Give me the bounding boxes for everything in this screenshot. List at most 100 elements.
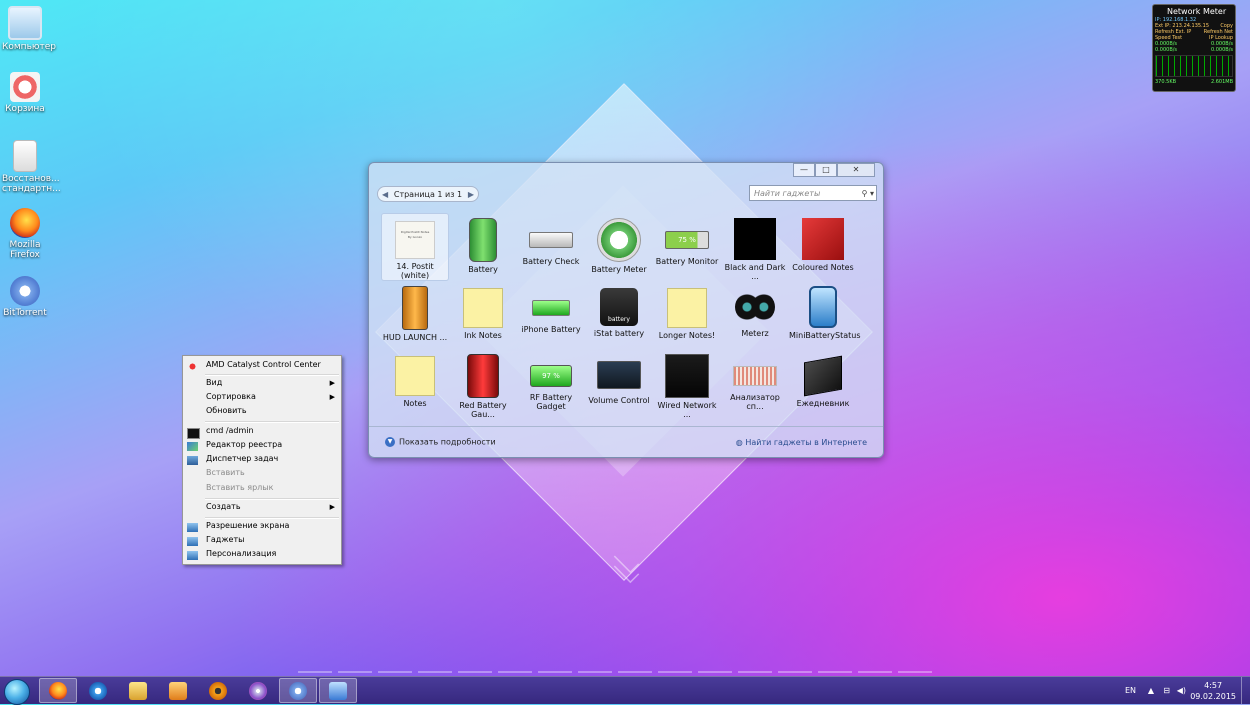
battery-monitor-pct: 75 % [678, 236, 696, 244]
gadget-diary[interactable]: Ежедневник [789, 349, 857, 417]
maximize-button[interactable]: □ [815, 163, 837, 177]
menu-item-registry[interactable]: Редактор реестра [206, 439, 335, 451]
battery-check-icon [529, 232, 573, 248]
gadget-label: 14. Postit (white) [396, 262, 434, 280]
menu-item-view[interactable]: Вид ▶ [206, 377, 335, 389]
gadget-label: Wired Network ... [657, 401, 717, 419]
menu-item-label: Диспетчер задач [206, 454, 279, 463]
taskbar-gadgets[interactable] [319, 678, 357, 703]
gadget-red-battery-gauge[interactable]: Red Battery Gau... [449, 349, 517, 419]
taskbar-media-player[interactable] [159, 678, 197, 703]
menu-item-task-manager[interactable]: Диспетчер задач [206, 453, 335, 465]
desktop-icon-label: Mozilla Firefox [9, 240, 41, 260]
gadget-label: Анализатор сп... [730, 393, 780, 411]
desktop-context-menu: AMD Catalyst Control Center Вид ▶ Сортиро… [182, 355, 342, 565]
gadget-rf-battery[interactable]: 97 % RF Battery Gadget [517, 349, 585, 417]
gadget-grid: Digital Postit Notes By Gonzo 14. Postit… [381, 213, 871, 419]
menu-item-amd[interactable]: AMD Catalyst Control Center [206, 359, 335, 371]
search-icon[interactable]: ⚲ ▾ [862, 189, 876, 198]
gadget-label: Battery Meter [591, 265, 647, 274]
taskbar-firefox[interactable] [39, 678, 77, 703]
red-note-icon [802, 218, 844, 260]
network-meter-down1: 0.000B/s [1155, 47, 1178, 53]
taskbar-disc-app[interactable] [239, 678, 277, 703]
network-icon[interactable]: ⊟ [1163, 686, 1170, 695]
gadget-coloured-notes[interactable]: Coloured Notes [789, 213, 857, 281]
desktop-icon-bittorrent[interactable]: BitTorrent [2, 276, 48, 318]
minimize-button[interactable]: — [793, 163, 815, 177]
network-meter-gadget[interactable]: Network Meter IP: 192.168.1.32 Ext IP: 2… [1152, 4, 1236, 92]
taskbar-explorer[interactable] [119, 678, 157, 703]
desktop-icon-computer[interactable]: Компьютер [2, 6, 56, 52]
gadget-wired-network[interactable]: Wired Network ... [653, 349, 721, 419]
gadget-minibatterystatus[interactable]: MiniBatteryStatus [789, 281, 861, 349]
gadget-iphone-battery[interactable]: iPhone Battery [517, 281, 585, 349]
gadget-label: Ink Notes [464, 331, 502, 340]
language-indicator[interactable]: EN [1125, 686, 1136, 695]
gadget-search-input[interactable]: Найти гаджеты ⚲ ▾ [749, 185, 877, 201]
menu-item-cmd[interactable]: cmd /admin [206, 425, 335, 437]
menu-item-paste-shortcut: Вставить ярлык [206, 482, 335, 494]
menu-item-new[interactable]: Создать ▶ [206, 501, 335, 513]
close-button[interactable]: ✕ [837, 163, 875, 177]
menu-separator [205, 421, 339, 423]
volume-icon[interactable]: ◀) [1177, 686, 1186, 695]
gadget-meterz[interactable]: Meterz [721, 281, 789, 349]
rf-battery-pct: 97 % [542, 372, 560, 380]
menu-item-label: cmd /admin [206, 426, 254, 435]
menu-item-gadgets[interactable]: Гаджеты [206, 534, 335, 546]
taskbar-bittorrent[interactable] [279, 678, 317, 703]
page-navigator: ◀ Страница 1 из 1 ▶ [377, 186, 479, 202]
gadget-hud-launch[interactable]: HUD LAUNCH ... [381, 281, 449, 349]
gadget-spectrum-analyzer[interactable]: Анализатор сп... [721, 349, 789, 417]
show-details-button[interactable]: ▼ Показать подробности [385, 437, 496, 447]
gadget-battery[interactable]: Battery [449, 213, 517, 281]
menu-separator [205, 374, 339, 376]
show-desktop-button[interactable] [1241, 677, 1250, 704]
istat-battery-icon: battery [600, 288, 638, 326]
network-meter-title: Network Meter [1167, 7, 1227, 16]
taskbar: EN ▲ ⊟ ◀) 4:57 09.02.2015 [0, 676, 1250, 705]
disc-icon [249, 681, 267, 700]
hud-battery-icon [402, 286, 428, 330]
find-gadgets-online-link[interactable]: ◍ Найти гаджеты в Интернете [736, 438, 867, 447]
gadget-volume-control[interactable]: Volume Control [585, 349, 653, 417]
menu-item-sort[interactable]: Сортировка ▶ [206, 391, 335, 403]
prev-page-icon[interactable]: ◀ [382, 190, 388, 199]
gadget-istat-battery[interactable]: battery iStat battery [585, 281, 653, 349]
menu-separator [205, 498, 339, 500]
desktop-icon-restore[interactable]: Восстанов... стандартн... [2, 140, 61, 194]
show-hidden-icons-icon[interactable]: ▲ [1148, 686, 1154, 695]
find-online-label: Найти гаджеты в Интернете [745, 437, 867, 447]
desktop-icon-recycle-bin[interactable]: Корзина [2, 72, 48, 114]
iphone-battery-icon [532, 300, 570, 316]
menu-item-label: Вставить [206, 468, 245, 477]
gadget-battery-meter[interactable]: Battery Meter [585, 213, 653, 281]
taskbar-aimp[interactable] [199, 678, 237, 703]
next-page-icon[interactable]: ▶ [468, 190, 474, 199]
clock-date: 09.02.2015 [1190, 692, 1236, 701]
gadget-black-and-dark[interactable]: Black and Dark ... [721, 213, 789, 281]
gadget-postit[interactable]: Digital Postit Notes By Gonzo 14. Postit… [381, 213, 449, 281]
gadget-longer-notes[interactable]: Longer Notes! [653, 281, 721, 349]
note-icon [395, 356, 435, 396]
gadget-notes[interactable]: Notes [381, 349, 449, 417]
meterz-icon [735, 292, 775, 322]
start-button[interactable] [4, 679, 30, 705]
desktop-icon-firefox[interactable]: Mozilla Firefox [2, 208, 48, 260]
gadget-battery-monitor[interactable]: 75 % Battery Monitor [653, 213, 721, 281]
postit-icon-line2: By Gonzo [407, 235, 423, 239]
bittorrent-icon [289, 681, 307, 700]
show-details-label: Показать подробности [399, 437, 496, 447]
menu-item-screen-resolution[interactable]: Разрешение экрана [206, 520, 335, 532]
menu-item-personalization[interactable]: Персонализация [206, 548, 335, 560]
internet-explorer-icon [89, 681, 107, 700]
gadget-battery-check[interactable]: Battery Check [517, 213, 585, 281]
menu-item-refresh[interactable]: Обновить [206, 405, 335, 417]
clock[interactable]: 4:57 09.02.2015 [1190, 680, 1236, 702]
gadget-label: Meterz [741, 329, 769, 338]
gadget-label: Red Battery Gau... [459, 401, 507, 419]
gadget-ink-notes[interactable]: Ink Notes [449, 281, 517, 349]
taskbar-internet-explorer[interactable] [79, 678, 117, 703]
firefox-icon [10, 208, 40, 238]
